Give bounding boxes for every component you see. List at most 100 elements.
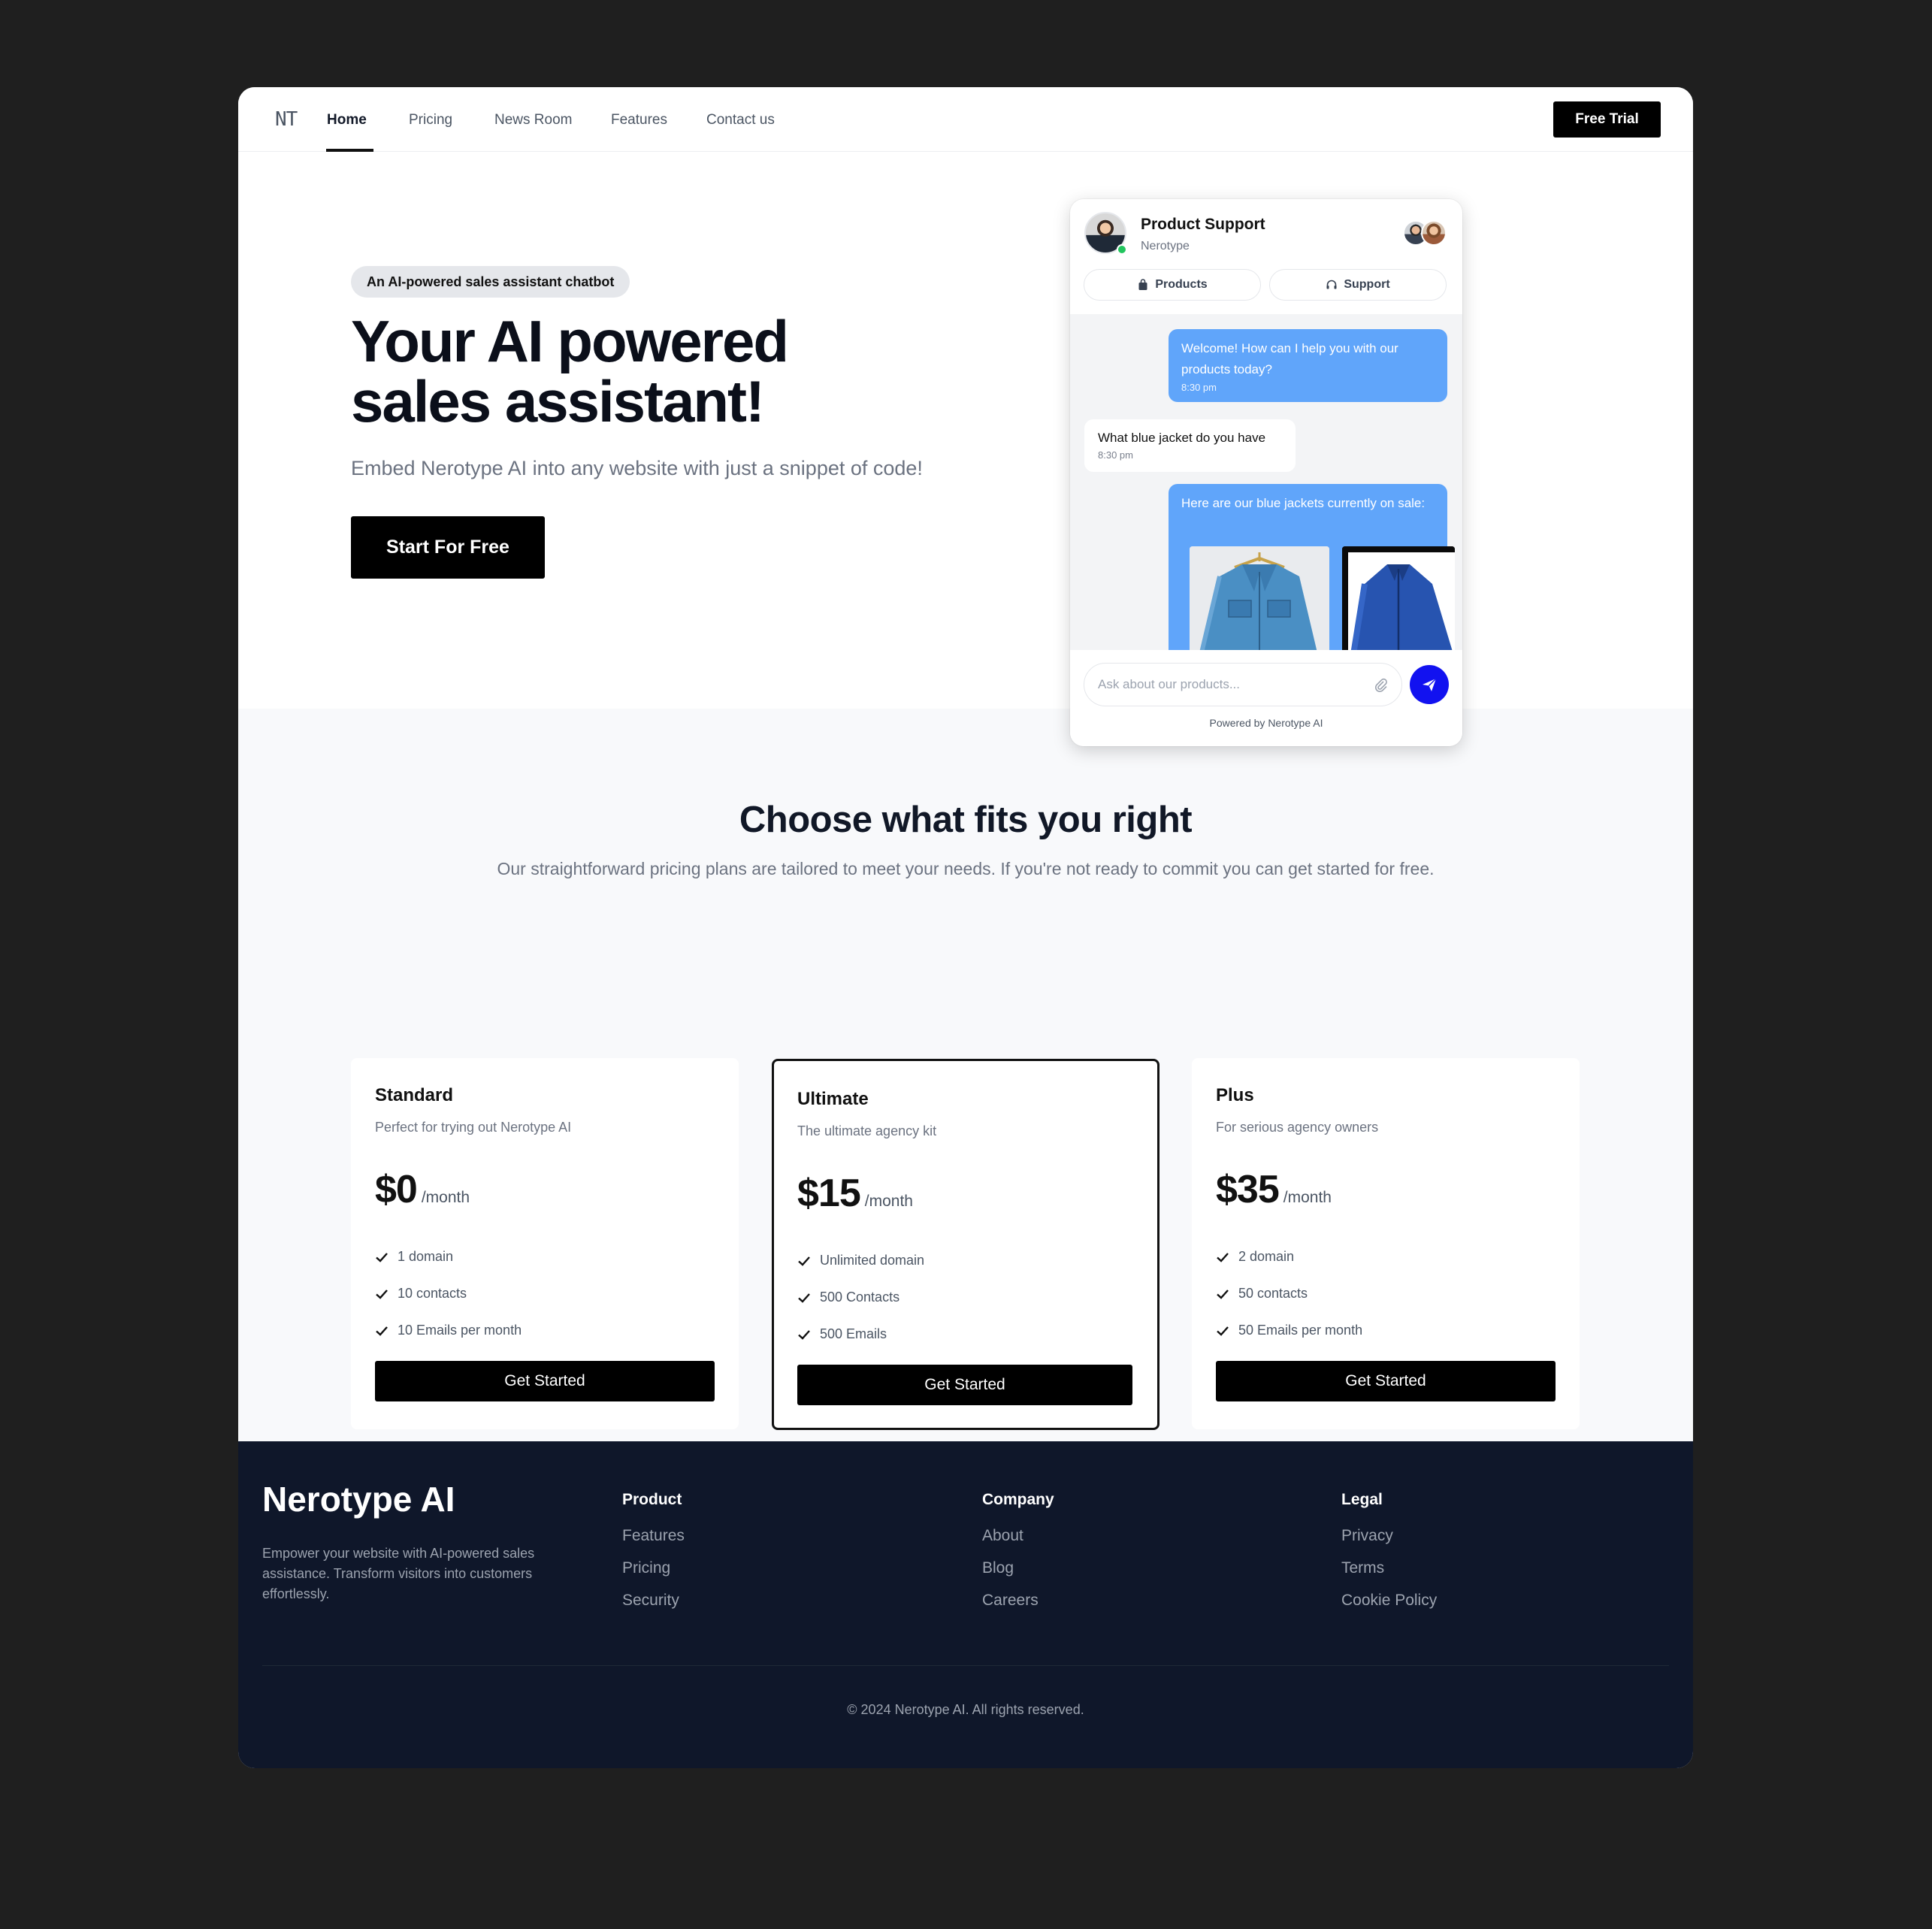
- get-started-button[interactable]: Get Started: [797, 1365, 1132, 1405]
- footer-link-careers[interactable]: Careers: [982, 1592, 1054, 1624]
- plan-description: Perfect for trying out Nerotype AI: [375, 1120, 572, 1135]
- footer: Nerotype AI Empower your website with AI…: [238, 1441, 1693, 1768]
- hero-title-line-2: sales assistant!: [351, 368, 765, 434]
- feature-text: 500 Contacts: [820, 1290, 900, 1305]
- footer-link-about[interactable]: About: [982, 1527, 1054, 1559]
- feature-item: 10 contacts: [375, 1275, 522, 1312]
- get-started-button[interactable]: Get Started: [1216, 1361, 1556, 1401]
- chat-title: Product Support: [1141, 216, 1265, 233]
- feature-item: 10 Emails per month: [375, 1312, 522, 1349]
- pricing-title: Choose what fits you right: [739, 800, 1193, 840]
- footer-column-company: Company About Blog Careers: [982, 1491, 1054, 1624]
- plan-card-plus: Plus For serious agency owners $35 /mont…: [1192, 1058, 1580, 1429]
- plan-price: $35 /month: [1216, 1167, 1332, 1212]
- hero-subtitle: Embed Nerotype AI into any website with …: [351, 457, 923, 479]
- tab-label: Support: [1344, 278, 1390, 291]
- footer-divider: [262, 1665, 1669, 1666]
- nav-link-contact-us[interactable]: Contact us: [706, 112, 775, 128]
- feature-text: 10 contacts: [398, 1286, 467, 1301]
- active-tab-indicator: [326, 149, 373, 152]
- chat-widget: Product Support Nerotype Products Suppor…: [1070, 199, 1462, 746]
- price-period: /month: [1283, 1189, 1332, 1206]
- footer-link-pricing[interactable]: Pricing: [622, 1559, 685, 1592]
- check-icon: [798, 1329, 810, 1340]
- chat-input-wrapper: [1084, 663, 1402, 706]
- chat-input-area: Powered by Nerotype AI: [1070, 650, 1462, 746]
- hero-badge: An AI-powered sales assistant chatbot: [351, 266, 630, 298]
- footer-link-cookie-policy[interactable]: Cookie Policy: [1341, 1592, 1437, 1624]
- logo[interactable]: NT: [275, 108, 298, 131]
- price-amount: $35: [1216, 1168, 1280, 1211]
- product-image-blue-jacket[interactable]: [1342, 546, 1455, 659]
- feature-item: 50 Emails per month: [1216, 1312, 1362, 1349]
- online-status-indicator: [1117, 244, 1127, 255]
- top-nav: NT Home Pricing News Room Features Conta…: [238, 87, 1693, 152]
- footer-link-features[interactable]: Features: [622, 1527, 685, 1559]
- feature-list: 1 domain 10 contacts 10 Emails per month: [375, 1238, 522, 1349]
- footer-link-blog[interactable]: Blog: [982, 1559, 1054, 1592]
- free-trial-button[interactable]: Free Trial: [1553, 101, 1661, 138]
- check-icon: [1217, 1326, 1229, 1336]
- avatar: [1421, 220, 1447, 246]
- tab-support[interactable]: Support: [1269, 269, 1447, 301]
- bag-icon: [1138, 279, 1147, 290]
- footer-link-privacy[interactable]: Privacy: [1341, 1527, 1437, 1559]
- footer-link-terms[interactable]: Terms: [1341, 1559, 1437, 1592]
- feature-text: 50 Emails per month: [1238, 1323, 1363, 1338]
- tab-products[interactable]: Products: [1084, 269, 1261, 301]
- bot-message: Welcome! How can I help you with our pro…: [1169, 329, 1447, 402]
- nav-link-news-room[interactable]: News Room: [494, 112, 572, 128]
- pricing-subtitle: Our straightforward pricing plans are ta…: [497, 859, 1435, 878]
- message-text: Here are our blue jackets currently on s…: [1181, 496, 1426, 510]
- copyright: © 2024 Nerotype AI. All rights reserved.: [847, 1702, 1084, 1717]
- check-icon: [1217, 1289, 1229, 1299]
- nav-link-features[interactable]: Features: [611, 112, 667, 128]
- price-amount: $0: [375, 1168, 418, 1211]
- start-for-free-button[interactable]: Start For Free: [351, 516, 545, 579]
- nav-link-pricing[interactable]: Pricing: [409, 112, 452, 128]
- footer-column-title: Product: [622, 1491, 682, 1508]
- feature-item: 500 Emails: [797, 1316, 924, 1353]
- chat-subtitle: Nerotype: [1141, 240, 1190, 252]
- message-text: Welcome! How can I help you with our pro…: [1181, 341, 1398, 376]
- feature-text: 10 Emails per month: [398, 1323, 522, 1338]
- feature-list: Unlimited domain 500 Contacts 500 Emails: [797, 1242, 924, 1353]
- tab-label: Products: [1155, 278, 1208, 291]
- plan-description: The ultimate agency kit: [797, 1123, 937, 1138]
- pricing-section: Choose what fits you right Our straightf…: [238, 709, 1693, 1441]
- plan-price: $15 /month: [797, 1171, 913, 1216]
- plan-description: For serious agency owners: [1216, 1120, 1379, 1135]
- chat-input[interactable]: [1098, 677, 1353, 692]
- check-icon: [376, 1289, 388, 1299]
- feature-item: 50 contacts: [1216, 1275, 1362, 1312]
- message-time: 8:30 pm: [1098, 449, 1133, 461]
- feature-item: Unlimited domain: [797, 1242, 924, 1279]
- get-started-button[interactable]: Get Started: [375, 1361, 715, 1401]
- footer-link-security[interactable]: Security: [622, 1592, 685, 1624]
- message-time: 8:30 pm: [1181, 382, 1217, 393]
- plan-card-standard: Standard Perfect for trying out Nerotype…: [351, 1058, 739, 1429]
- plan-name: Plus: [1216, 1085, 1254, 1105]
- jacket-image: [1190, 546, 1329, 659]
- footer-column-title: Company: [982, 1491, 1054, 1508]
- footer-column-title: Legal: [1341, 1491, 1383, 1508]
- footer-tagline: Empower your website with AI-powered sal…: [262, 1546, 535, 1601]
- feature-item: 1 domain: [375, 1238, 522, 1275]
- product-image-denim-jacket[interactable]: [1190, 546, 1329, 659]
- bot-message: Here are our blue jackets currently on s…: [1169, 484, 1455, 659]
- chat-messages: Welcome! How can I help you with our pro…: [1070, 314, 1462, 659]
- user-message: What blue jacket do you have 8:30 pm: [1084, 419, 1296, 472]
- footer-brand: Nerotype AI: [262, 1480, 455, 1519]
- footer-column-legal: Legal Privacy Terms Cookie Policy: [1341, 1491, 1437, 1624]
- headset-icon: [1326, 280, 1337, 289]
- plan-card-ultimate: Ultimate The ultimate agency kit $15 /mo…: [772, 1059, 1160, 1430]
- check-icon: [376, 1252, 388, 1262]
- feature-text: 50 contacts: [1238, 1286, 1308, 1301]
- powered-by: Powered by Nerotype AI: [1209, 717, 1323, 729]
- nav-link-home[interactable]: Home: [327, 112, 367, 128]
- hero-title: Your AI powered sales assistant!: [351, 311, 952, 431]
- hero-title-line-1: Your AI powered: [351, 308, 789, 374]
- paperclip-icon[interactable]: [1373, 677, 1389, 694]
- send-button[interactable]: [1410, 665, 1449, 704]
- plan-name: Standard: [375, 1085, 454, 1105]
